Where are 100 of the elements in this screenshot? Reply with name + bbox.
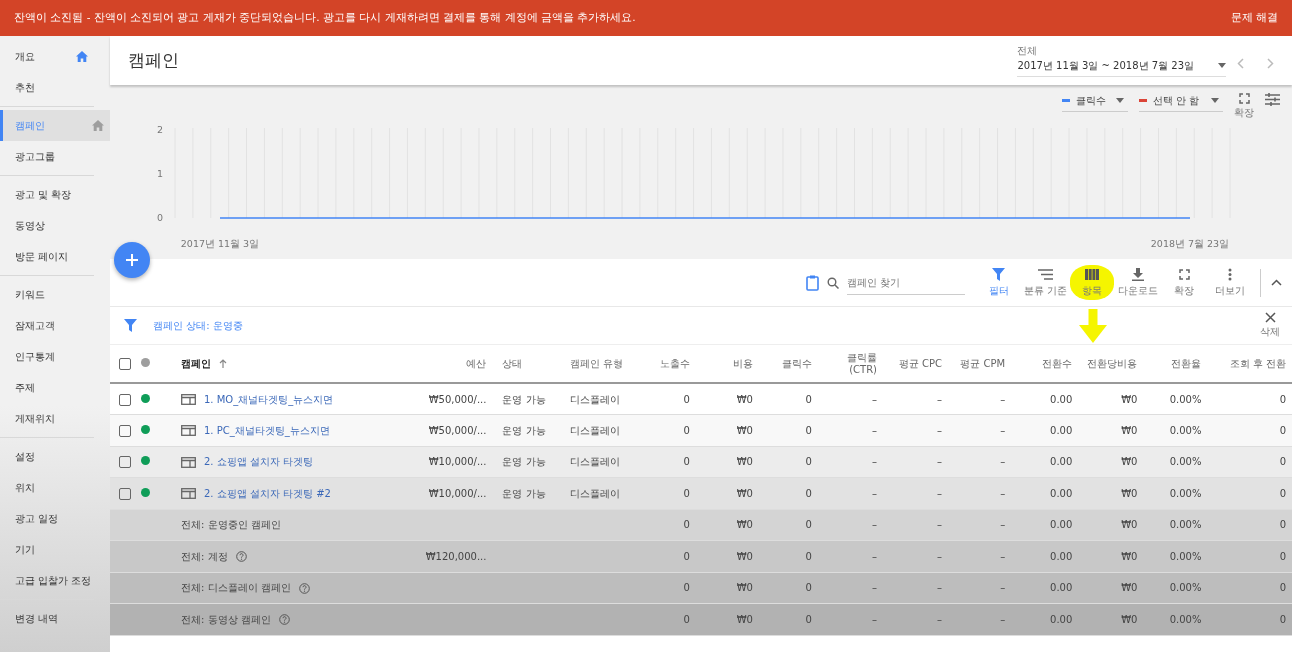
table-cell: ₩0 [736, 550, 753, 562]
axis-label: 1 [156, 168, 163, 179]
sidebar-item[interactable]: 변경 내역 [0, 603, 94, 634]
column-header[interactable]: 캠페인 [181, 357, 211, 370]
column-header[interactable]: 전환수 [1042, 357, 1073, 370]
column-header[interactable]: 전환율 [1171, 357, 1202, 370]
table-cell: 0 [1279, 519, 1286, 531]
column-header[interactable]: 노출수 [659, 357, 690, 370]
sidebar-item[interactable]: 기기 [0, 534, 94, 565]
table-cell: 0 [805, 582, 812, 594]
columns-button[interactable]: 항목 [1070, 265, 1114, 300]
settings-icon[interactable] [1265, 93, 1280, 106]
clipboard-icon[interactable] [805, 274, 819, 291]
column-header[interactable]: 예산 [466, 357, 487, 370]
total-label: 전체: 동영상 캠페인 [181, 613, 271, 625]
sidebar-item[interactable]: 광고 일정 [0, 503, 94, 534]
table-cell: 0 [1279, 487, 1286, 499]
table-cell: 0 [805, 487, 812, 499]
column-header[interactable]: 클릭률 (CTR) [847, 352, 877, 375]
sidebar-item[interactable]: 광고그룹 [0, 141, 94, 172]
column-header[interactable]: 상태 [502, 357, 523, 370]
row-checkbox[interactable] [119, 456, 132, 469]
sidebar-item[interactable]: 추천 [0, 72, 94, 103]
table-cell: 0.00 [1050, 582, 1073, 594]
campaign-link[interactable]: 2. 쇼핑앱 설치자 타겟팅 #2 [204, 487, 331, 499]
column-header[interactable]: 전환당비용 [1087, 357, 1138, 370]
table-cell: 0 [683, 519, 690, 531]
table-cell: 0 [1279, 613, 1286, 625]
help-icon[interactable] [235, 551, 247, 563]
table-cell: 0 [805, 550, 812, 562]
table-cell: – [1000, 550, 1006, 562]
sidebar-item[interactable]: 인구통계 [0, 341, 94, 372]
fullscreen-icon[interactable] [1238, 93, 1250, 104]
expand-button[interactable]: 확장 [1162, 265, 1206, 300]
filter-icon [992, 267, 1006, 282]
table-cell: 0 [805, 613, 812, 625]
column-header[interactable]: 조회 후 전환 [1229, 357, 1286, 370]
row-checkbox[interactable] [119, 393, 132, 406]
table-cell: ₩0 [736, 393, 753, 405]
sidebar-item[interactable]: 잠재고객 [0, 310, 94, 341]
table-cell: – [1000, 613, 1006, 625]
table-cell: ₩50,000/... [428, 424, 487, 436]
remove-filter-button[interactable]: 삭제 [1256, 310, 1284, 341]
sidebar-item[interactable]: 방문 페이지 [0, 241, 94, 272]
table-cell: ₩0 [736, 487, 753, 499]
column-header[interactable]: 클릭수 [781, 357, 812, 370]
metric-dropdown[interactable]: 선택 안 함 [1139, 93, 1223, 112]
table-cell: – [937, 613, 943, 625]
filter-chip[interactable]: 캠페인 상태: 운영중 [153, 318, 243, 333]
more-button[interactable]: 더보기 [1208, 265, 1252, 300]
table-cell: 운영 가능 [502, 456, 546, 468]
column-header[interactable]: 평균 CPC [898, 357, 943, 370]
checkbox[interactable] [119, 357, 132, 370]
search-field[interactable]: 캠페인 찾기 [846, 270, 965, 295]
table-cell: – [1000, 424, 1006, 436]
sidebar-item[interactable]: 설정 [0, 441, 94, 472]
filter-button[interactable]: 필터 [976, 265, 1021, 300]
search-icon [826, 276, 839, 289]
campaign-link[interactable]: 2. 쇼핑앱 설치자 타겟팅 [204, 456, 314, 468]
fix-issue-link[interactable]: 문제 해결 [1230, 10, 1278, 26]
display-campaign-icon [181, 488, 196, 500]
alert-message: 잔액이 소진됨 - 잔액이 소진되어 광고 게재가 중단되었습니다. 광고를 다시 게재하려면 결제를 통해 계정에 금액을 추가하세요. [14, 10, 636, 26]
date-range-dropdown[interactable]: 2017년 11월 3일 ~ 2018년 7월 23일 [1017, 58, 1226, 78]
axis-label: 2018년 7월 23일 [1150, 238, 1230, 249]
sort-arrow-icon[interactable] [219, 359, 227, 369]
table-cell: 0 [1279, 550, 1286, 562]
collapse-icon[interactable] [1271, 279, 1282, 286]
sidebar-item[interactable]: 동영상 [0, 210, 94, 241]
row-checkbox[interactable] [119, 424, 132, 437]
campaign-link[interactable]: 1. PC_채널타겟팅_뉴스지면 [204, 424, 330, 436]
lines-icon [1037, 267, 1053, 282]
sidebar-item[interactable]: 게재위치 [0, 403, 94, 434]
total-label: 전체: 운영중인 캠페인 [181, 519, 281, 531]
segment-button[interactable]: 분류 기준 [1022, 265, 1068, 300]
sidebar-item[interactable]: 위치 [0, 472, 94, 503]
column-header[interactable]: 평균 CPM [960, 357, 1006, 370]
table-cell: 0 [683, 424, 690, 436]
row-checkbox[interactable] [119, 487, 132, 500]
table-cell: 0 [683, 613, 690, 625]
table-cell: ₩0 [1121, 582, 1138, 594]
download-button[interactable]: 다운로드 [1116, 265, 1160, 300]
sidebar-item[interactable]: 개요 [0, 41, 94, 72]
help-icon[interactable] [298, 582, 310, 594]
sidebar-item[interactable]: 광고 및 확장 [0, 179, 94, 210]
campaign-link[interactable]: 1. MO_채널타겟팅_뉴스지면 [204, 393, 334, 405]
column-header[interactable]: 비용 [732, 357, 753, 370]
axis-label: 2017년 11월 3일 [180, 238, 260, 249]
table-cell: 0.00% [1169, 613, 1202, 625]
column-header[interactable]: 캠페인 유형 [569, 357, 623, 370]
table-cell: 0.00% [1169, 393, 1202, 405]
table-cell: – [1000, 582, 1006, 594]
help-icon[interactable] [278, 614, 290, 626]
sidebar-item[interactable]: 키워드 [0, 279, 94, 310]
close-icon [1264, 312, 1276, 323]
metric-dropdown[interactable]: 클릭수 [1062, 93, 1128, 112]
sidebar-item[interactable]: 고급 입찰가 조정 [0, 565, 94, 596]
sidebar-item[interactable]: 주제 [0, 372, 94, 403]
table-cell: 0 [683, 550, 690, 562]
table-cell: 0 [1279, 424, 1286, 436]
table-cell: – [937, 393, 943, 405]
